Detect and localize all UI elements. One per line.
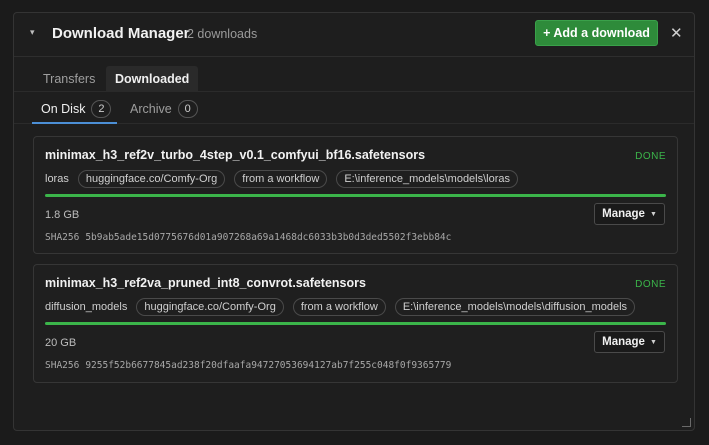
download-card: minimax_h3_ref2va_pruned_int8_convrot.sa…: [33, 264, 678, 383]
origin-chip[interactable]: from a workflow: [234, 170, 328, 188]
sha-value: 5b9ab5ade15d0775676d01a907268a69a1468dc6…: [85, 232, 452, 243]
file-meta: diffusion_models huggingface.co/Comfy-Or…: [45, 298, 636, 316]
progress-fill: [45, 322, 666, 325]
caret-down-icon: ▼: [649, 210, 657, 218]
download-count: 2 downloads: [187, 27, 258, 41]
sha-label: SHA256: [45, 360, 80, 371]
download-manager-panel: ▾ Download Manager 2 downloads + Add a d…: [13, 12, 695, 431]
collapse-chevron-icon[interactable]: ▾: [30, 27, 35, 38]
tab-downloaded[interactable]: Downloaded: [106, 66, 199, 92]
source-chip[interactable]: huggingface.co/Comfy-Org: [136, 298, 284, 316]
manage-label: Manage: [602, 336, 645, 348]
main-tabs: Transfers Downloaded: [14, 57, 694, 92]
subtab-archive[interactable]: Archive 0: [130, 96, 198, 122]
file-size: 20 GB: [45, 337, 77, 349]
subtab-on-disk[interactable]: On Disk 2: [32, 96, 117, 124]
path-chip[interactable]: E:\inference_models\models\loras: [336, 170, 519, 188]
subtab-label: On Disk: [41, 102, 86, 116]
sha256-hash: SHA256 9255f52b6677845ad238f20dfaafa94727…: [45, 360, 451, 371]
close-icon[interactable]: ✕: [670, 24, 683, 42]
file-name: minimax_h3_ref2va_pruned_int8_convrot.sa…: [45, 276, 366, 290]
file-size: 1.8 GB: [45, 209, 80, 221]
file-name: minimax_h3_ref2v_turbo_4step_v0.1_comfyu…: [45, 148, 426, 162]
manage-button[interactable]: Manage ▼: [594, 331, 665, 353]
panel-header: ▾ Download Manager 2 downloads + Add a d…: [14, 13, 694, 57]
file-meta: loras huggingface.co/Comfy-Org from a wo…: [45, 170, 519, 188]
sub-tabs: On Disk 2 Archive 0: [14, 92, 694, 124]
model-category: loras: [45, 173, 69, 185]
progress-fill: [45, 194, 666, 197]
manage-label: Manage: [602, 208, 645, 220]
origin-chip[interactable]: from a workflow: [292, 298, 386, 316]
manage-button[interactable]: Manage ▼: [594, 203, 665, 225]
source-chip[interactable]: huggingface.co/Comfy-Org: [77, 170, 226, 188]
model-category: diffusion_models: [45, 301, 128, 313]
progress-bar: [45, 322, 666, 325]
subtab-label: Archive: [130, 102, 172, 116]
tab-transfers[interactable]: Transfers: [34, 66, 104, 92]
path-chip[interactable]: E:\inference_models\models\diffusion_mod…: [394, 298, 636, 316]
add-download-button[interactable]: + Add a download: [535, 20, 658, 46]
resize-handle[interactable]: [682, 418, 691, 427]
progress-bar: [45, 194, 666, 197]
sha256-hash: SHA256 5b9ab5ade15d0775676d01a907268a69a1…: [45, 232, 451, 243]
sha-value: 9255f52b6677845ad238f20dfaafa94727053694…: [85, 360, 452, 371]
caret-down-icon: ▼: [649, 338, 657, 346]
download-card: minimax_h3_ref2v_turbo_4step_v0.1_comfyu…: [33, 136, 678, 254]
status-badge: DONE: [635, 151, 666, 162]
sha-label: SHA256: [45, 232, 80, 243]
panel-title: Download Manager: [52, 25, 190, 42]
count-badge: 2: [91, 100, 112, 118]
status-badge: DONE: [635, 279, 666, 290]
count-badge: 0: [177, 100, 198, 118]
